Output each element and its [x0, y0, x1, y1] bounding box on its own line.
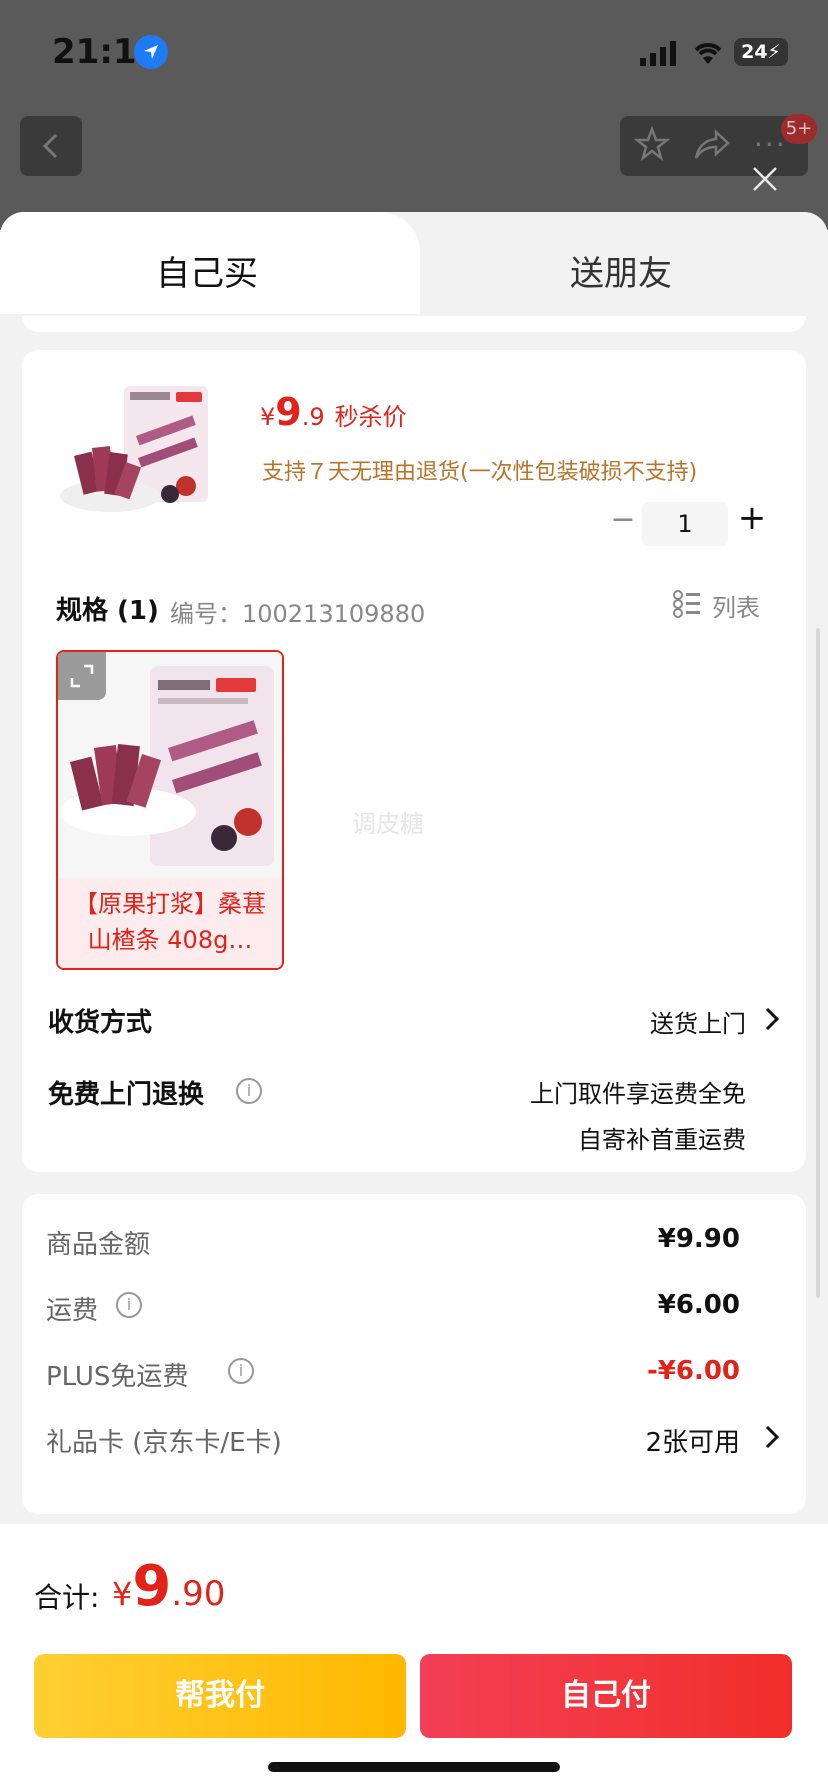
scrollbar[interactable] [816, 628, 820, 1298]
free-return-line1: 上门取件享运费全免 [530, 1080, 746, 1108]
fee-value-giftcard[interactable]: 2张可用 [645, 1422, 740, 1459]
fee-label-plus: PLUS免运费 [46, 1362, 189, 1392]
info-icon[interactable]: i [116, 1292, 142, 1318]
self-pay-button[interactable]: 自己付 [420, 1654, 792, 1738]
product-card: ¥9.9 秒杀价 支持７天无理由退货(一次性包装破损不支持) − 1 + 规格 (… [22, 350, 806, 1172]
total-label: 合计: [34, 1581, 100, 1614]
share-icon[interactable] [694, 128, 730, 162]
price-decimal: .9 [301, 403, 325, 431]
checkout-footer: 合计: ¥9.90 帮我付 自己付 [0, 1524, 828, 1792]
total-price: ¥9.90 [112, 1554, 225, 1619]
tab-gift-friend[interactable]: 送朋友 [414, 246, 828, 295]
wifi-icon [694, 43, 722, 64]
sku-option-selected[interactable]: 【原果打浆】桑葚山楂条 408g… [56, 650, 284, 970]
star-icon[interactable] [634, 126, 670, 162]
total-integer: 9 [132, 1554, 172, 1619]
home-indicator [268, 1762, 560, 1772]
price-currency: ¥ [260, 403, 276, 431]
nav-actions: ··· [620, 116, 808, 176]
sku-label: 【原果打浆】桑葚山楂条 408g… [58, 878, 282, 968]
tab-buy-self[interactable]: 自己买 [0, 246, 414, 295]
info-icon[interactable]: i [236, 1078, 262, 1104]
order-sheet: 自己买 送朋友 ¥9.9 秒杀价 支持７天无理由退货(一次性包装破损不支持) −… [0, 212, 828, 1792]
tab-panel-edge [22, 316, 806, 332]
quantity-input[interactable]: 1 [642, 502, 728, 546]
help-pay-button[interactable]: 帮我付 [34, 1654, 406, 1738]
return-policy-note: 支持７天无理由退货(一次性包装破损不支持) [262, 460, 698, 485]
total-decimal: .90 [171, 1574, 226, 1614]
battery-level: 24 [741, 41, 768, 63]
delivery-method-value[interactable]: 送货上门 [650, 1004, 746, 1039]
expand-icon[interactable] [58, 652, 106, 700]
fee-summary-card: 商品金额 ¥9.90 运费 i ¥6.00 PLUS免运费 i -¥6.00 礼… [22, 1194, 806, 1514]
quantity-increase-button[interactable]: + [732, 498, 772, 538]
info-icon[interactable]: i [228, 1358, 254, 1384]
spec-title: 规格 (1) [56, 596, 159, 626]
fee-label-goods: 商品金额 [46, 1230, 151, 1260]
message-badge: 5+ [781, 114, 817, 144]
delivery-method-label: 收货方式 [48, 1008, 153, 1038]
price-integer: 9 [275, 390, 302, 434]
location-arrow-icon [134, 35, 168, 69]
status-bar: 21:11 24⚡ [0, 0, 828, 100]
price-tag: 秒杀价 [334, 403, 407, 431]
battery-icon: 24⚡ [734, 38, 788, 66]
list-icon [673, 590, 700, 618]
chevron-left-icon [42, 133, 58, 159]
fee-value-shipping: ¥6.00 [657, 1290, 740, 1320]
back-button[interactable] [20, 116, 82, 176]
quantity-decrease-button[interactable]: − [608, 502, 638, 537]
chevron-right-icon[interactable] [764, 1424, 780, 1450]
spec-code: 编号：100213109880 [170, 600, 426, 628]
close-icon[interactable] [752, 166, 778, 192]
product-thumbnail [60, 386, 208, 512]
screen: 21:11 24⚡ ··· 5+ 自己买 送朋友 ¥9.9 秒杀价 支持７天无理… [0, 0, 828, 1792]
fee-value-plus: -¥6.00 [646, 1356, 740, 1386]
free-return-line2: 自寄补首重运费 [578, 1126, 746, 1154]
watermark-text: 调皮糖 [352, 810, 424, 838]
total-currency: ¥ [112, 1575, 133, 1613]
fee-label-giftcard: 礼品卡 (京东卡/E卡) [46, 1428, 282, 1458]
list-view-label: 列表 [712, 594, 760, 622]
chevron-right-icon[interactable] [764, 1006, 780, 1032]
free-return-label: 免费上门退换 [48, 1080, 205, 1110]
tab-bar: 自己买 送朋友 [0, 212, 828, 314]
fee-value-goods: ¥9.90 [657, 1224, 740, 1254]
product-price: ¥9.9 秒杀价 [260, 390, 407, 434]
fee-label-shipping: 运费 [46, 1296, 99, 1326]
cellular-signal-icon [640, 41, 676, 66]
